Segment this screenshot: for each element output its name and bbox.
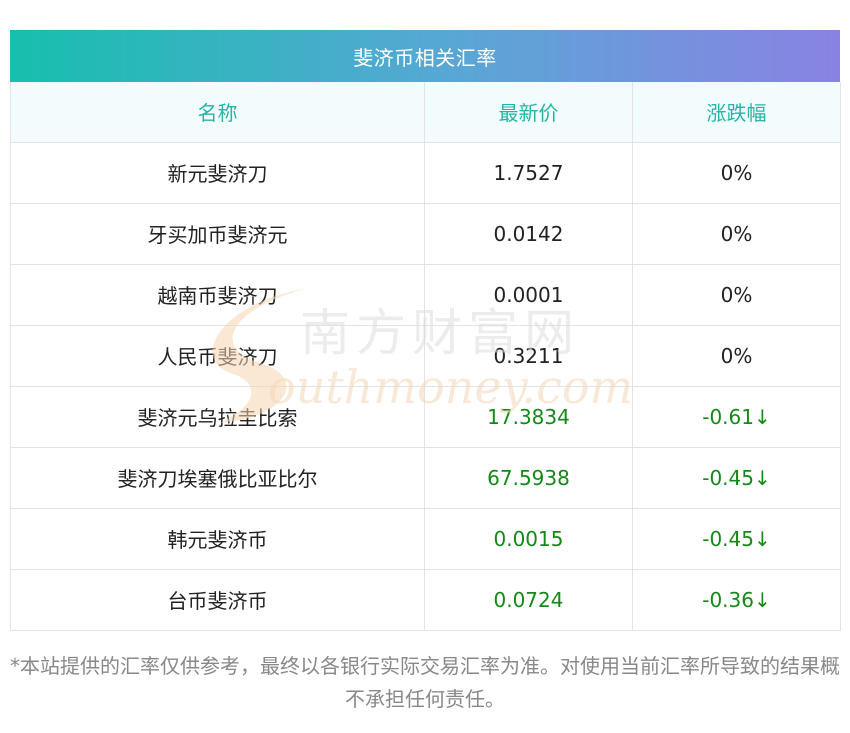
table-row: 斐济刀埃塞俄比亚比尔 67.5938 -0.45↓ (10, 446, 841, 509)
rate-change-cell: -0.36↓ (632, 568, 841, 631)
rates-table: 名称 最新价 涨跌幅 新元斐济刀 1.7527 0% 牙买加币斐济元 0.0142 0% 越… (10, 82, 841, 631)
table-row: 越南币斐济刀 0.0001 0% (10, 263, 841, 326)
table-row: 韩元斐济币 0.0015 -0.45↓ (10, 507, 841, 570)
rate-name-cell: 韩元斐济币 (10, 507, 425, 570)
table-row: 斐济元乌拉圭比索 17.3834 -0.61↓ (10, 385, 841, 448)
table-row: 新元斐济刀 1.7527 0% (10, 141, 841, 204)
rate-price-cell: 0.0724 (424, 568, 633, 631)
rate-change-cell: -0.45↓ (632, 507, 841, 570)
rate-change-cell: 0% (632, 324, 841, 387)
rate-price-cell: 0.0001 (424, 263, 633, 326)
column-header-change: 涨跌幅 (632, 82, 841, 143)
rate-name-cell: 人民币斐济刀 (10, 324, 425, 387)
rate-change-cell: 0% (632, 141, 841, 204)
table-row: 台币斐济币 0.0724 -0.36↓ (10, 568, 841, 631)
disclaimer-note: *本站提供的汇率仅供参考，最终以各银行实际交易汇率为准。对使用当前汇率所导致的结… (10, 654, 840, 711)
rate-name-cell: 越南币斐济刀 (10, 263, 425, 326)
rate-change-cell: -0.61↓ (632, 385, 841, 448)
rate-change-cell: 0% (632, 202, 841, 265)
rate-name-cell: 斐济元乌拉圭比索 (10, 385, 425, 448)
rate-name-cell: 台币斐济币 (10, 568, 425, 631)
rate-price-cell: 0.0142 (424, 202, 633, 265)
table-title: 斐济币相关汇率 (10, 30, 840, 82)
rate-name-cell: 牙买加币斐济元 (10, 202, 425, 265)
column-header-name: 名称 (10, 82, 425, 143)
rate-price-cell: 17.3834 (424, 385, 633, 448)
rate-price-cell: 67.5938 (424, 446, 633, 509)
table-row: 人民币斐济刀 0.3211 0% (10, 324, 841, 387)
rate-change-cell: 0% (632, 263, 841, 326)
rate-name-cell: 斐济刀埃塞俄比亚比尔 (10, 446, 425, 509)
rate-name-cell: 新元斐济刀 (10, 141, 425, 204)
column-header-price: 最新价 (424, 82, 633, 143)
rate-price-cell: 0.0015 (424, 507, 633, 570)
table-row: 牙买加币斐济元 0.0142 0% (10, 202, 841, 265)
rate-price-cell: 0.3211 (424, 324, 633, 387)
rate-price-cell: 1.7527 (424, 141, 633, 204)
rate-change-cell: -0.45↓ (632, 446, 841, 509)
table-header-row: 名称 最新价 涨跌幅 (10, 82, 841, 143)
rates-panel: 斐济币相关汇率 名称 最新价 涨跌幅 新元斐济刀 1.7527 0% 牙买加币斐济元 0… (10, 30, 841, 631)
